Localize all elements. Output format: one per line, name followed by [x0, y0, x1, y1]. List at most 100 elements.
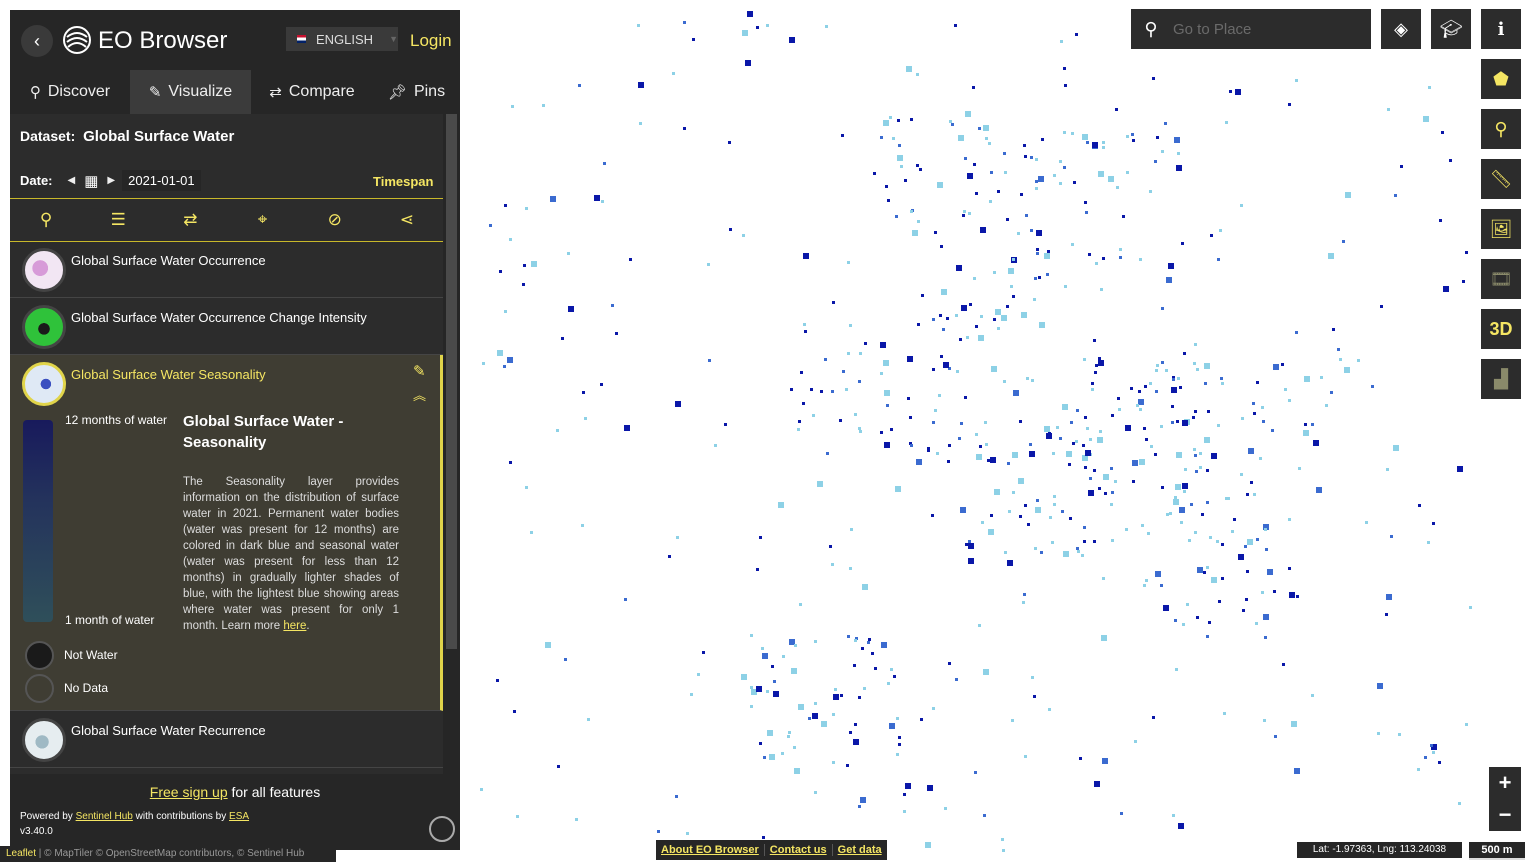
location-pin-icon: ⚲ — [1494, 118, 1508, 139]
tab-pins[interactable]: 📌︎ Pins — [373, 70, 460, 114]
water-pixel — [1053, 495, 1056, 498]
polygon-tool-button[interactable]: ⬟ — [1481, 59, 1521, 99]
water-pixel — [1193, 362, 1196, 365]
sliders-icon[interactable]: ☰ — [103, 210, 133, 230]
timelapse-button[interactable]: 🎞︎ — [1481, 259, 1521, 299]
date-prev-icon[interactable]: ◀ — [68, 175, 76, 186]
bottom-links: About EO Browser Contact us Get data — [656, 840, 887, 860]
water-pixel — [1002, 849, 1005, 852]
login-link[interactable]: Login — [410, 31, 452, 51]
layer-item[interactable]: Global Surface Water Occurrence — [10, 241, 443, 298]
layer-item[interactable]: Global Surface Water Recurrence — [10, 711, 443, 768]
water-pixel — [939, 314, 942, 317]
image-download-button[interactable]: 🖼︎ — [1481, 209, 1521, 249]
hide-icon[interactable]: ⊘ — [320, 210, 350, 230]
water-pixel — [910, 210, 913, 213]
tab-visualize[interactable]: ✎ Visualize — [130, 70, 251, 114]
learn-more-link[interactable]: here — [283, 620, 306, 632]
water-pixel — [1038, 176, 1044, 182]
water-pixel — [979, 445, 982, 448]
water-pixel — [887, 199, 890, 202]
water-pixel — [1174, 137, 1180, 143]
water-pixel — [1209, 536, 1212, 539]
water-pixel — [948, 662, 951, 665]
water-pixel — [1136, 404, 1139, 407]
signup-link[interactable]: Free sign up — [150, 784, 228, 800]
water-pixel — [917, 323, 920, 326]
statistics-button[interactable]: ▟ — [1481, 359, 1521, 399]
water-pixel — [990, 514, 993, 517]
tab-discover[interactable]: ⚲ Discover — [10, 70, 130, 114]
water-pixel — [808, 717, 811, 720]
water-pixel — [1313, 440, 1319, 446]
measure-tool-button[interactable]: 📏︎ — [1481, 159, 1521, 199]
water-pixel — [917, 220, 920, 223]
water-pixel — [1048, 708, 1051, 711]
water-pixel — [1091, 382, 1094, 385]
collapse-icon[interactable]: ︽ — [413, 385, 426, 404]
water-pixel — [525, 486, 528, 489]
3d-button[interactable]: 3D — [1481, 309, 1521, 349]
water-pixel — [814, 791, 817, 794]
water-pixel — [767, 730, 773, 736]
timespan-link[interactable]: Timespan — [373, 174, 433, 189]
poi-tool-button[interactable]: ⚲ — [1481, 109, 1521, 149]
calendar-icon[interactable]: ▦ — [84, 172, 98, 190]
zoom-out-button[interactable]: − — [1489, 799, 1521, 831]
water-pixel — [798, 704, 804, 710]
water-pixel — [1295, 331, 1298, 334]
language-select[interactable]: ENGLISH ▼ — [286, 27, 398, 51]
date-next-icon[interactable]: ▶ — [107, 175, 115, 186]
coordinates-display: Lat: -1.97363, Lng: 113.24038 — [1297, 842, 1462, 858]
crosshair-icon[interactable]: ⌖ — [248, 210, 278, 230]
share-icon[interactable]: ⋖ — [392, 210, 422, 230]
search-input[interactable] — [1171, 19, 1365, 39]
water-pixel — [1253, 412, 1256, 415]
water-pixel — [839, 419, 842, 422]
sentinel-hub-link[interactable]: Sentinel Hub — [76, 811, 133, 822]
layer-item[interactable]: Global Surface Water Occurrence Change I… — [10, 298, 443, 355]
dataset-label: Dataset: — [20, 128, 76, 144]
water-pixel — [1206, 566, 1209, 569]
water-pixel — [1098, 357, 1101, 360]
compare-icon[interactable]: ⇄ — [175, 210, 205, 230]
scrollbar-thumb[interactable] — [446, 114, 457, 649]
contact-link[interactable]: Contact us — [765, 844, 833, 856]
water-pixel — [1150, 445, 1153, 448]
water-pixel — [675, 795, 678, 798]
layer-item-selected[interactable]: Global Surface Water Seasonality ✎ ︽ 12 … — [10, 355, 443, 711]
water-pixel — [1377, 732, 1380, 735]
date-input[interactable]: 2021-01-01 — [122, 170, 201, 191]
water-pixel — [1059, 437, 1062, 440]
water-pixel — [763, 756, 766, 759]
layers-button[interactable]: ◈ — [1381, 9, 1421, 49]
water-pixel — [1102, 758, 1108, 764]
water-pixel — [1176, 165, 1182, 171]
water-pixel — [1274, 735, 1277, 738]
leaflet-link[interactable]: Leaflet — [6, 848, 36, 859]
water-pixel — [1024, 755, 1027, 758]
water-pixel — [676, 536, 679, 539]
water-pixel — [1152, 716, 1155, 719]
water-pixel — [1203, 571, 1206, 574]
about-link[interactable]: About EO Browser — [656, 844, 765, 856]
water-pixel — [1132, 139, 1135, 142]
polygon-icon: ⬟ — [1493, 68, 1509, 89]
info-button[interactable]: i — [1481, 9, 1521, 49]
back-button[interactable]: ‹ — [21, 25, 53, 57]
edit-icon[interactable]: ✎ — [413, 362, 426, 380]
water-pixel — [1004, 171, 1007, 174]
zoom-in-button[interactable]: + — [1489, 767, 1521, 799]
water-pixel — [781, 752, 784, 755]
tab-compare[interactable]: ⇄ Compare — [251, 70, 373, 114]
get-data-link[interactable]: Get data — [833, 844, 887, 856]
water-pixel — [1089, 477, 1092, 480]
water-pixel — [1176, 420, 1179, 423]
pin-icon[interactable]: ⚲ — [31, 210, 61, 230]
esa-link[interactable]: ESA — [229, 811, 249, 822]
caret-down-icon: ▼ — [389, 34, 398, 44]
water-pixel — [961, 305, 967, 311]
education-button[interactable]: 🎓︎ — [1431, 9, 1471, 49]
water-pixel — [1126, 135, 1129, 138]
water-pixel — [965, 111, 971, 117]
